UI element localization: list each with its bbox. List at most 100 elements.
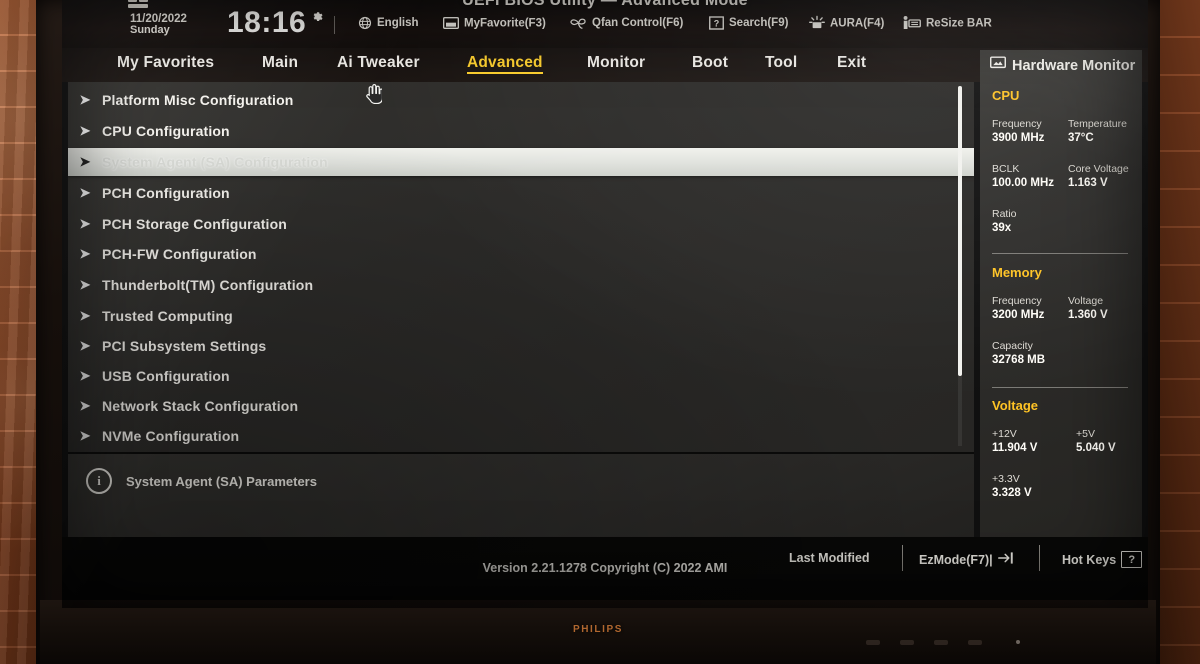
submenu-arrow-icon: ➤: [79, 123, 91, 138]
monitor-icon: [990, 56, 1006, 75]
list-item-label: System Agent (SA) Configuration: [102, 154, 328, 170]
bottom-bar: Version 2.21.1278 Copyright (C) 2022 AMI…: [62, 537, 1148, 608]
tab-tool[interactable]: Tool: [765, 54, 797, 72]
submenu-arrow-icon: ➤: [79, 338, 91, 353]
list-item-label: PCH Storage Configuration: [102, 216, 287, 232]
list-item[interactable]: ➤ PCI Subsystem Settings: [68, 332, 974, 360]
topbar-divider: [334, 16, 335, 34]
ezmode-button[interactable]: EzMode(F7)|: [919, 551, 1014, 568]
system-clock: 18:16: [227, 6, 307, 39]
hw-voltage-33v: +3.3V 3.328 V: [992, 472, 1032, 502]
topbar-item-aura[interactable]: AURA(F4): [809, 15, 884, 31]
list-item[interactable]: ➤ Trusted Computing: [68, 302, 974, 330]
resize-bar-icon: [903, 15, 921, 31]
submenu-arrow-icon: ➤: [79, 185, 91, 200]
list-item-label: NVMe Configuration: [102, 428, 240, 444]
submenu-arrow-icon: ➤: [79, 92, 91, 107]
list-item[interactable]: ➤ CPU Configuration: [68, 117, 974, 145]
hw-section-cpu-title: CPU: [992, 88, 1020, 103]
hardware-monitor-header: Hardware Monitor: [990, 56, 1135, 75]
topbar-item-label: English: [377, 17, 419, 29]
hw-section-voltage-title: Voltage: [992, 398, 1038, 413]
help-text: System Agent (SA) Parameters: [126, 473, 317, 489]
tab-advanced[interactable]: Advanced: [467, 54, 543, 74]
topbar-item-label: ReSize BAR: [926, 17, 992, 29]
topbar-item-qfan[interactable]: Qfan Control(F6): [570, 16, 683, 30]
list-item[interactable]: ➤ NVMe Configuration: [68, 422, 974, 450]
settings-list: ➤ Platform Misc Configuration ➤ CPU Conf…: [68, 82, 974, 452]
list-item[interactable]: ➤ PCH Storage Configuration: [68, 210, 974, 238]
list-item[interactable]: ➤ Thunderbolt(TM) Configuration: [68, 271, 974, 299]
bottom-divider: [902, 545, 903, 571]
tab-exit[interactable]: Exit: [837, 54, 866, 72]
hw-divider: [992, 387, 1128, 388]
top-status-bar: UEFI BIOS Utility — Advanced Mode 11/20/…: [62, 0, 1148, 48]
svg-text:?: ?: [714, 18, 720, 28]
hw-voltage-5v: +5V 5.040 V: [1076, 427, 1116, 457]
hw-cpu-core-voltage: Core Voltage 1.163 V: [1068, 162, 1129, 192]
hot-keys-button[interactable]: Hot Keys ?: [1062, 551, 1143, 568]
submenu-arrow-icon: ➤: [79, 216, 91, 231]
hw-key: +5V: [1076, 428, 1095, 440]
list-item[interactable]: ➤ Platform Misc Configuration: [68, 86, 974, 114]
hardware-monitor-title: Hardware Monitor: [1012, 57, 1136, 74]
list-item-label: Trusted Computing: [102, 308, 233, 324]
hw-key: Frequency: [992, 295, 1042, 307]
hw-key: Voltage: [1068, 295, 1104, 307]
submenu-arrow-icon: ➤: [79, 154, 91, 169]
hw-key: Frequency: [992, 118, 1042, 130]
tab-my-favorites[interactable]: My Favorites: [117, 54, 214, 72]
hw-divider: [992, 253, 1128, 254]
topbar-item-myfavorite[interactable]: MyFavorite(F3): [443, 17, 546, 30]
topbar-item-label: Search(F9): [729, 17, 789, 29]
hw-key: +3.3V: [992, 473, 1020, 485]
tab-main[interactable]: Main: [262, 54, 298, 72]
hw-value: 39x: [992, 222, 1012, 235]
hw-memory-frequency: Frequency 3200 MHz: [992, 294, 1044, 324]
list-item[interactable]: ➤ Network Stack Configuration: [68, 392, 974, 420]
tab-boot[interactable]: Boot: [692, 54, 728, 72]
fan-icon: [570, 16, 587, 30]
bios-screen: UEFI BIOS Utility — Advanced Mode 11/20/…: [62, 0, 1148, 608]
scrollbar-thumb[interactable]: [958, 86, 962, 376]
list-item-selected[interactable]: ➤ System Agent (SA) Configuration: [68, 148, 974, 176]
hw-value: 100.00 MHz: [992, 177, 1055, 190]
submenu-arrow-icon: ➤: [79, 368, 91, 383]
hw-key: Capacity: [992, 340, 1033, 352]
topbar-item-english[interactable]: English: [358, 16, 419, 30]
list-item-label: Network Stack Configuration: [102, 398, 299, 414]
hw-key: Ratio: [992, 208, 1017, 220]
hw-cpu-temperature: Temperature 37°C: [1068, 117, 1127, 147]
submenu-arrow-icon: ➤: [79, 277, 91, 292]
last-modified-button[interactable]: Last Modified: [789, 551, 870, 565]
tab-monitor[interactable]: Monitor: [587, 54, 645, 72]
tab-ai-tweaker[interactable]: Ai Tweaker: [337, 54, 420, 72]
gear-icon[interactable]: [310, 10, 323, 23]
list-item[interactable]: ➤ PCH-FW Configuration: [68, 240, 974, 268]
photo-of-monitor: UEFI BIOS Utility — Advanced Mode 11/20/…: [0, 0, 1200, 664]
info-icon: i: [86, 468, 112, 494]
list-item[interactable]: ➤ USB Configuration: [68, 362, 974, 390]
list-item-label: Platform Misc Configuration: [102, 92, 294, 108]
hw-value: 1.163 V: [1068, 177, 1108, 190]
hw-memory-capacity: Capacity 32768 MB: [992, 339, 1045, 369]
topbar-item-label: Qfan Control(F6): [592, 17, 684, 29]
question-box-icon: ?: [709, 16, 724, 30]
question-key-icon: ?: [1121, 551, 1143, 568]
bottom-divider: [1039, 545, 1040, 571]
monitor-bottom-bezel: PHILIPS: [40, 600, 1156, 664]
page-title: UEFI BIOS Utility — Advanced Mode: [462, 0, 748, 9]
hw-value: 5.040 V: [1076, 442, 1116, 455]
topbar-item-resize-bar[interactable]: ReSize BAR: [903, 15, 992, 31]
help-panel: i System Agent (SA) Parameters: [68, 454, 974, 537]
hw-value: 1.360 V: [1068, 309, 1108, 322]
monitor-buttons[interactable]: [866, 640, 1086, 654]
weekday-value: Sunday: [130, 24, 170, 37]
favorite-card-icon: [443, 17, 459, 30]
hot-keys-label: Hot Keys: [1062, 552, 1117, 567]
list-item[interactable]: ➤ PCH Configuration: [68, 179, 974, 207]
hw-value: 3200 MHz: [992, 309, 1045, 322]
list-item-label: PCH Configuration: [102, 185, 230, 201]
topbar-item-search[interactable]: ? Search(F9): [709, 16, 788, 30]
settings-pane: ➤ Platform Misc Configuration ➤ CPU Conf…: [68, 82, 974, 537]
